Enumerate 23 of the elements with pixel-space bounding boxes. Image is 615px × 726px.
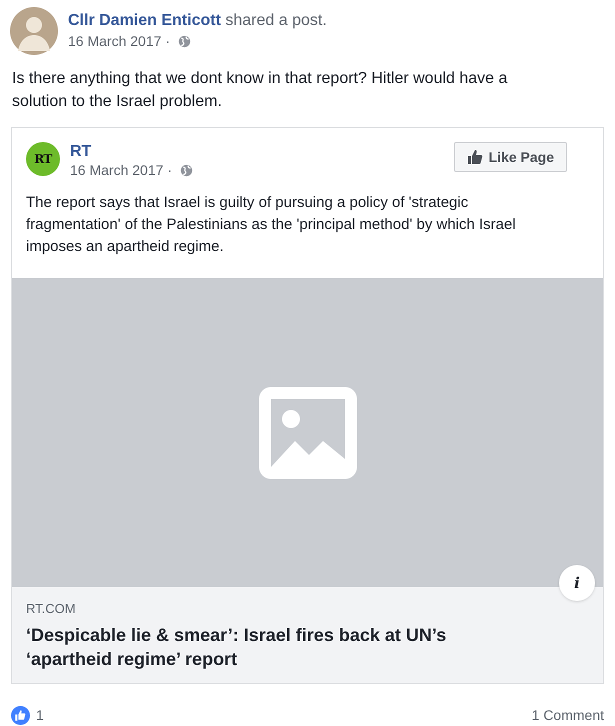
- page-logo[interactable]: RT: [26, 142, 60, 176]
- globe-icon: [180, 164, 194, 177]
- link-domain: RT.COM: [26, 600, 77, 618]
- author-link[interactable]: Cllr Damien Enticott: [68, 12, 221, 29]
- shared-message: The report says that Israel is guilty of pursuing a policy of 'strategic fragmentation' of the Palestinians as the 'principal method' by which Israel imposes an apartheid regime.: [25, 193, 517, 257]
- image-placeholder-icon: [258, 386, 356, 478]
- link-title: ‘Despicable lie & smear’: Israel fires back at UN’s ‘apartheid regime’ report: [26, 624, 448, 670]
- comment-count[interactable]: 1 Comment: [532, 704, 604, 726]
- thumbs-up-icon: [466, 149, 483, 165]
- post-date[interactable]: 16 March 2017: [68, 31, 162, 51]
- like-page-button[interactable]: Like Page: [454, 142, 567, 172]
- globe-icon: [178, 34, 192, 48]
- action-text: shared a post.: [225, 12, 327, 29]
- like-count[interactable]: 1: [36, 704, 44, 726]
- link-preview[interactable]: RT.COM ‘Despicable lie & smear’: Israel fires back at UN’s ‘apartheid regime’ report: [12, 587, 603, 682]
- info-button[interactable]: i: [559, 565, 595, 601]
- shared-date[interactable]: 16 March 2017: [70, 161, 164, 180]
- page-name[interactable]: RT: [70, 142, 194, 161]
- separator-dot: ·: [167, 161, 172, 180]
- post-message: Is there anything that we dont know in that report? Hitler would have a solution to the Israel problem.: [11, 69, 508, 112]
- avatar[interactable]: [10, 7, 58, 55]
- like-reaction-icon[interactable]: [11, 706, 30, 724]
- separator-dot: ·: [165, 32, 170, 51]
